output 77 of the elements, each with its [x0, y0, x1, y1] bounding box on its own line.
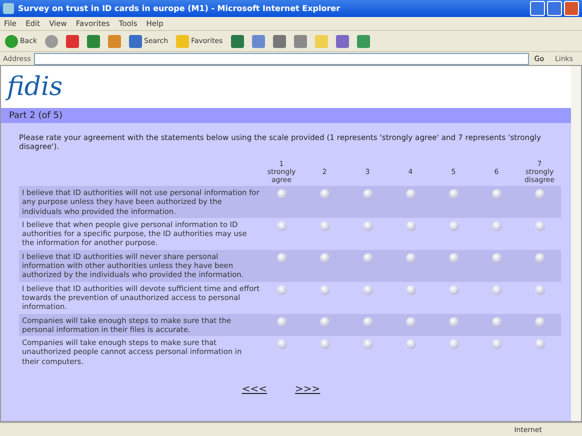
scrollbar[interactable]	[571, 66, 581, 421]
toolbar-button[interactable]	[250, 34, 267, 48]
radio-button[interactable]	[448, 252, 458, 263]
radio-button[interactable]	[448, 339, 458, 350]
toolbar-button[interactable]	[64, 34, 81, 48]
radio-button[interactable]	[448, 189, 458, 199]
radio-button[interactable]	[362, 189, 372, 199]
radio-button[interactable]	[492, 252, 502, 263]
toolbar-button[interactable]	[228, 34, 246, 48]
toolbar-icon	[294, 34, 307, 48]
radio-button[interactable]	[276, 189, 286, 199]
toolbar-icon	[87, 34, 100, 48]
radio-button[interactable]	[406, 316, 416, 327]
toolbar-icon	[176, 34, 190, 48]
radio-button[interactable]	[362, 284, 372, 295]
toolbar-button[interactable]	[270, 34, 288, 48]
section-header: Part 2 (of 5)	[1, 108, 571, 123]
radio-button[interactable]	[406, 189, 416, 199]
radio-button[interactable]	[406, 252, 416, 263]
radio-button[interactable]	[320, 220, 330, 231]
toolbar-button[interactable]	[354, 34, 372, 48]
toolbar-icon	[252, 34, 265, 48]
previous-link[interactable]: <<<	[242, 384, 267, 396]
logo: fidis	[7, 72, 63, 102]
radio-button[interactable]	[276, 339, 286, 350]
radio-button[interactable]	[320, 316, 330, 327]
radio-button[interactable]	[492, 220, 502, 231]
radio-button[interactable]	[492, 189, 502, 199]
toolbar-icon	[356, 34, 370, 48]
radio-button[interactable]	[534, 189, 544, 199]
radio-button[interactable]	[492, 339, 502, 350]
radio-button[interactable]	[320, 339, 330, 350]
maximize-button[interactable]	[547, 1, 562, 16]
minimize-button[interactable]	[530, 1, 545, 16]
radio-button[interactable]	[362, 252, 372, 263]
radio-button[interactable]	[362, 339, 372, 350]
toolbar-icon	[5, 34, 18, 48]
radio-button[interactable]	[406, 220, 416, 231]
next-link[interactable]: >>>	[295, 384, 320, 396]
radio-button[interactable]	[534, 284, 544, 295]
window-title: Survey on trust in ID cards in europe (M1) - Microsoft Internet Explorer	[18, 4, 342, 13]
radio-button[interactable]	[276, 252, 286, 263]
radio-button[interactable]	[406, 284, 416, 295]
toolbar-icon	[230, 34, 244, 48]
toolbar-icon	[336, 34, 349, 48]
radio-button[interactable]	[534, 220, 544, 231]
radio-button[interactable]	[406, 339, 416, 350]
browser-icon	[3, 3, 14, 14]
radio-button[interactable]	[276, 220, 286, 231]
toolbar-button[interactable]	[106, 34, 123, 48]
toolbar-button[interactable]	[292, 34, 309, 48]
radio-button[interactable]	[448, 316, 458, 327]
radio-button[interactable]	[534, 316, 544, 327]
radio-button[interactable]	[448, 220, 458, 231]
close-button[interactable]	[564, 1, 579, 16]
radio-button[interactable]	[276, 316, 286, 327]
radio-button[interactable]	[534, 252, 544, 263]
radio-button[interactable]	[492, 284, 502, 295]
radio-button[interactable]	[492, 316, 502, 327]
toolbar-button[interactable]	[43, 34, 60, 48]
toolbar-icon	[66, 34, 79, 48]
toolbar-icon	[129, 34, 142, 48]
radio-button[interactable]	[448, 284, 458, 295]
address-field[interactable]	[34, 52, 530, 64]
toolbar-icon	[314, 34, 328, 48]
radio-button[interactable]	[362, 316, 372, 327]
radio-button[interactable]	[320, 284, 330, 295]
toolbar-icon	[45, 34, 58, 48]
radio-button[interactable]	[320, 252, 330, 263]
toolbar-icon	[108, 34, 121, 48]
toolbar-button[interactable]	[85, 34, 102, 48]
radio-button[interactable]	[320, 189, 330, 199]
radio-button[interactable]	[362, 220, 372, 231]
radio-button[interactable]	[276, 284, 286, 295]
toolbar-icon	[272, 34, 286, 48]
radio-button[interactable]	[534, 339, 544, 350]
toolbar-button[interactable]	[334, 34, 351, 48]
